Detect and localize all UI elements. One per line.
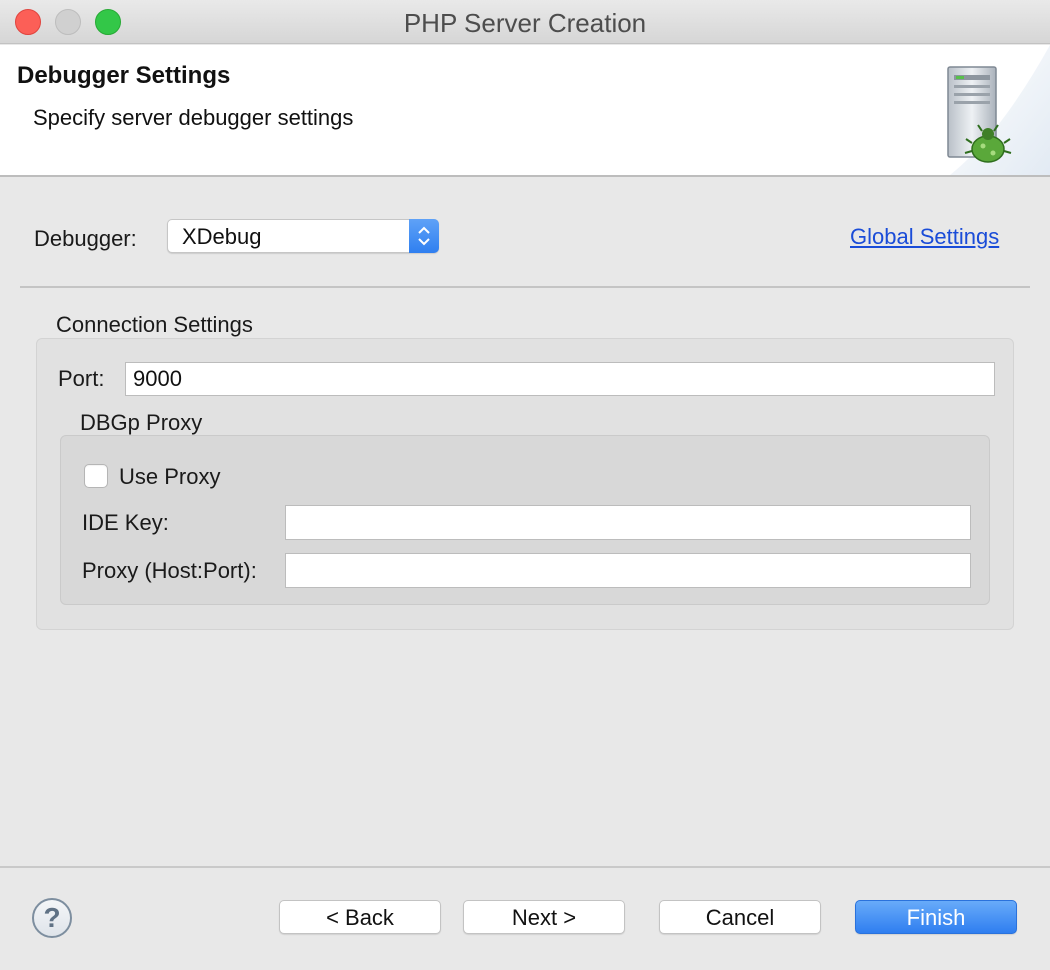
proxy-host-port-field[interactable] [285,553,971,588]
cancel-button[interactable]: Cancel [659,900,821,934]
proxy-host-port-label: Proxy (Host:Port): [82,558,257,583]
back-button[interactable]: < Back [279,900,441,934]
footer-separator [0,866,1050,868]
port-field[interactable]: 9000 [125,362,995,396]
chevron-up-down-icon[interactable] [409,219,439,253]
server-bug-icon [947,45,1050,175]
next-button[interactable]: Next > [463,900,625,934]
banner-description: Specify server debugger settings [33,105,354,130]
connection-settings-heading: Connection Settings [56,312,253,337]
ide-key-label: IDE Key: [82,510,169,535]
banner-title: Debugger Settings [17,62,231,89]
dbgp-proxy-heading: DBGp Proxy [80,410,203,435]
global-settings-link[interactable]: Global Settings [850,224,999,250]
port-label: Port: [58,366,105,391]
window-title: PHP Server Creation [403,8,647,38]
debugger-select[interactable]: XDebug [167,219,439,253]
debugger-selected-value: XDebug [182,224,262,249]
use-proxy-checkbox[interactable] [84,464,108,488]
debugger-label: Debugger: [34,226,137,251]
title-bar[interactable]: PHP Server Creation [0,0,1050,44]
finish-button[interactable]: Finish [855,900,1017,934]
ide-key-field[interactable] [285,505,971,540]
dialog-window: PHP Server Creation Debugger Settings Sp… [0,0,1050,970]
use-proxy-label[interactable]: Use Proxy [119,464,220,490]
wizard-banner: Debugger Settings Specify server debugge… [0,45,1050,177]
separator [20,286,1030,288]
question-icon[interactable]: ? [32,898,72,938]
